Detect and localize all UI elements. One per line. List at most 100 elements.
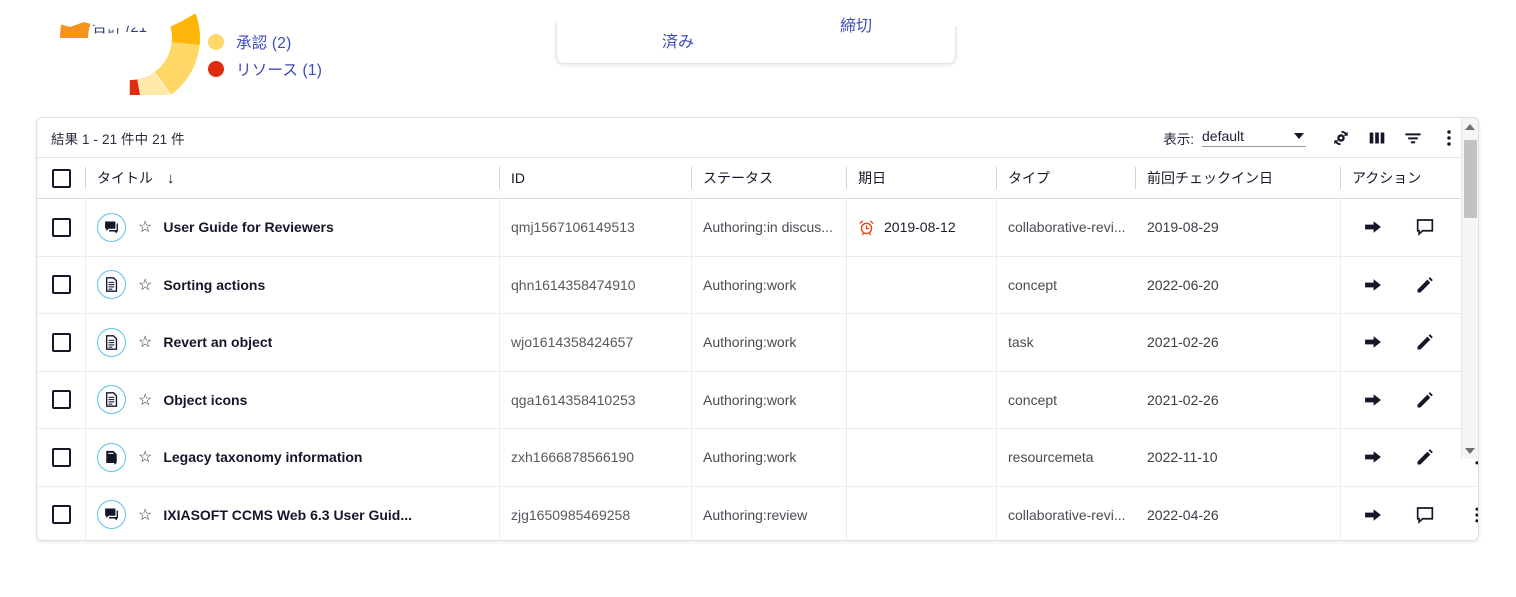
row-checkbox[interactable] — [51, 217, 71, 237]
table-row[interactable]: ☆ Revert an object wjo1614358424657 Authori… — [37, 313, 1478, 372]
row-id-label: zxh1666878566190 — [511, 449, 635, 466]
refresh-icon[interactable] — [1326, 123, 1356, 153]
row-title-label[interactable]: Object icons — [163, 392, 247, 408]
column-header-label: 期日 — [858, 170, 886, 186]
row-last-checkin-label: 2022-04-26 — [1147, 506, 1219, 523]
column-header-due-date[interactable]: 期日 — [846, 158, 996, 199]
favorite-star-icon[interactable]: ☆ — [138, 447, 152, 467]
arrow-right-icon[interactable] — [1356, 325, 1390, 359]
favorite-star-icon[interactable]: ☆ — [138, 217, 152, 237]
row-id-label: qhn1614358474910 — [511, 276, 636, 293]
overdue-alarm-icon — [858, 219, 875, 236]
row-checkbox[interactable] — [51, 332, 71, 352]
column-header-status[interactable]: ステータス — [691, 158, 846, 199]
comment-icon[interactable] — [1408, 210, 1442, 244]
cell-status: Authoring:review — [691, 486, 846, 540]
row-checkbox[interactable] — [51, 447, 71, 467]
scroll-up-button[interactable] — [1462, 118, 1478, 135]
resource-file-icon — [97, 442, 126, 472]
row-status-label: Authoring:review — [703, 506, 808, 523]
favorite-star-icon[interactable]: ☆ — [138, 275, 152, 295]
pencil-icon[interactable] — [1408, 383, 1442, 417]
cell-title[interactable]: ☆ Revert an object — [85, 313, 499, 372]
cell-id: wjo1614358424657 — [499, 313, 691, 372]
row-title-label[interactable]: Legacy taxonomy information — [163, 449, 362, 465]
cell-title[interactable]: ☆ Legacy taxonomy information — [85, 428, 499, 487]
cell-actions — [1340, 371, 1478, 429]
arrow-right-icon[interactable] — [1356, 498, 1390, 532]
row-checkbox[interactable] — [51, 390, 71, 410]
arrow-right-icon[interactable] — [1356, 383, 1390, 417]
row-id-label: qmj1567106149513 — [511, 219, 635, 236]
sort-desc-icon[interactable]: ↓ — [167, 171, 175, 186]
view-select[interactable]: default — [1202, 128, 1306, 147]
row-title-label[interactable]: Sorting actions — [163, 277, 265, 293]
pencil-icon[interactable] — [1408, 325, 1442, 359]
row-action-group — [1340, 268, 1478, 302]
filter-icon[interactable] — [1398, 123, 1428, 153]
row-checkbox[interactable] — [51, 505, 71, 525]
comment-icon[interactable] — [1408, 498, 1442, 532]
column-header-label: タイプ — [1008, 170, 1050, 186]
row-type-label: resourcemeta — [1008, 449, 1094, 466]
torn-edge-mask — [0, 0, 1516, 33]
table-row[interactable]: ☆ Legacy taxonomy information zxh166687856… — [37, 428, 1478, 487]
row-title-label[interactable]: User Guide for Reviewers — [163, 219, 333, 235]
favorite-star-icon[interactable]: ☆ — [138, 505, 152, 525]
row-last-checkin-label: 2021-02-26 — [1147, 391, 1219, 408]
select-all-checkbox[interactable] — [51, 168, 71, 188]
cell-title[interactable]: ☆ IXIASOFT CCMS Web 6.3 User Guid... — [85, 486, 499, 540]
row-action-group — [1340, 498, 1478, 532]
table-body: ☆ User Guide for Reviewers qmj156710614951… — [37, 199, 1478, 540]
cell-title[interactable]: ☆ User Guide for Reviewers — [85, 199, 499, 256]
table-row[interactable]: ☆ Sorting actions qhn1614358474910 Authorin… — [37, 256, 1478, 314]
row-type-label: concept — [1008, 391, 1058, 408]
document-icon — [97, 270, 126, 300]
scrollbar-thumb[interactable] — [1464, 140, 1477, 218]
column-header-type[interactable]: タイプ — [996, 158, 1135, 199]
vertical-scrollbar[interactable] — [1461, 118, 1478, 459]
cell-last-checkin: 2022-06-20 — [1135, 256, 1340, 314]
row-type-label: concept — [1008, 276, 1058, 293]
cell-title[interactable]: ☆ Sorting actions — [85, 256, 499, 314]
table-row[interactable]: ☆ IXIASOFT CCMS Web 6.3 User Guid... zjg16… — [37, 486, 1478, 540]
cell-id: qhn1614358474910 — [499, 256, 691, 314]
pencil-icon[interactable] — [1408, 268, 1442, 302]
row-status-label: Authoring:work — [703, 334, 797, 351]
favorite-star-icon[interactable]: ☆ — [138, 390, 152, 410]
row-last-checkin-label: 2022-11-10 — [1147, 449, 1218, 466]
row-checkbox[interactable] — [51, 275, 71, 295]
scroll-down-button[interactable] — [1462, 442, 1478, 459]
cell-title[interactable]: ☆ Object icons — [85, 371, 499, 429]
cell-last-checkin: 2019-08-29 — [1135, 199, 1340, 256]
row-select-cell — [37, 371, 85, 429]
more-vert-icon[interactable] — [1460, 498, 1478, 532]
arrow-right-icon[interactable] — [1356, 210, 1390, 244]
cell-last-checkin: 2021-02-26 — [1135, 371, 1340, 429]
column-header-title[interactable]: タイトル ↓ — [85, 158, 499, 199]
row-title-label[interactable]: Revert an object — [163, 334, 272, 350]
columns-icon[interactable] — [1362, 123, 1392, 153]
column-header-last-checkin[interactable]: 前回チェックイン日 — [1135, 158, 1340, 199]
select-all-header — [37, 158, 85, 199]
row-select-cell — [37, 429, 85, 487]
chevron-down-icon — [1294, 133, 1304, 139]
arrow-right-icon[interactable] — [1356, 268, 1390, 302]
row-action-group — [1340, 210, 1478, 244]
table-row[interactable]: ☆ User Guide for Reviewers qmj156710614951… — [37, 199, 1478, 257]
row-status-label: Authoring:in discus... — [703, 219, 833, 236]
table-row[interactable]: ☆ Object icons qga1614358410253 Authoring:w… — [37, 371, 1478, 429]
pencil-icon[interactable] — [1408, 440, 1442, 474]
arrow-right-icon[interactable] — [1356, 440, 1390, 474]
row-title-label[interactable]: IXIASOFT CCMS Web 6.3 User Guid... — [163, 507, 412, 523]
row-type-label: collaborative-revi... — [1008, 506, 1126, 523]
favorite-star-icon[interactable]: ☆ — [138, 332, 152, 352]
column-header-label: アクション — [1352, 170, 1422, 186]
more-vert-icon[interactable] — [1434, 123, 1464, 153]
cell-status: Authoring:work — [691, 313, 846, 372]
row-select-cell — [37, 486, 85, 540]
cell-id: zjg1650985469258 — [499, 486, 691, 540]
cell-last-checkin: 2021-02-26 — [1135, 314, 1340, 372]
column-header-id[interactable]: ID — [499, 158, 691, 199]
row-action-group — [1340, 440, 1478, 474]
